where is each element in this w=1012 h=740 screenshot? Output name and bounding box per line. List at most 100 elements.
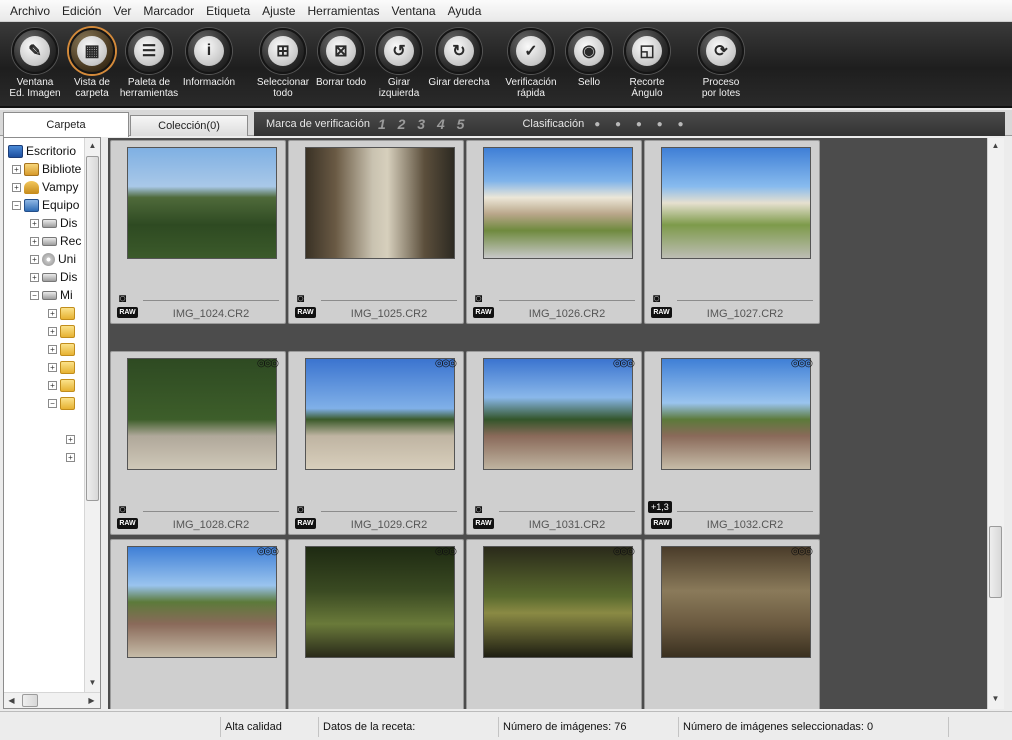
scroll-up-icon[interactable]: ▲: [85, 138, 100, 154]
tree-node[interactable]: − Mi: [30, 286, 73, 304]
menu-ajuste[interactable]: Ajuste: [256, 0, 301, 22]
thumbnail-image[interactable]: [483, 546, 633, 658]
grid-vertical-scrollbar[interactable]: ▲ ▼: [987, 138, 1004, 709]
expand-toggle-icon[interactable]: +: [30, 218, 39, 228]
toolbar-button-2[interactable]: ☰ Paleta de herramientas: [118, 28, 180, 108]
toolbar-button-6[interactable]: ↺ Girar izquierda: [368, 28, 430, 108]
toolbar-button-circle: ✎: [12, 28, 58, 74]
expand-toggle-icon[interactable]: +: [48, 344, 57, 354]
thumbnail-cell[interactable]: ◎◎◎: [288, 539, 464, 709]
thumbnail-cell[interactable]: ◎◎◎ ◙ RAW IMG_1029.CR2: [288, 351, 464, 535]
thumbnail-image[interactable]: [661, 147, 811, 259]
toolbar-button-11[interactable]: ⟳ Proceso por lotes: [690, 28, 752, 108]
expand-toggle-icon[interactable]: +: [12, 164, 21, 174]
menu-herramientas[interactable]: Herramientas: [301, 0, 385, 22]
expand-toggle-icon[interactable]: +: [66, 452, 75, 462]
tree-subfolder[interactable]: +: [48, 322, 78, 340]
toolbar-button-0[interactable]: ✎ Ventana Ed. Imagen: [4, 28, 66, 108]
toolbar-button-1[interactable]: ▦ Vista de carpeta: [61, 28, 123, 108]
tree-node[interactable]: + Uni: [30, 250, 76, 268]
divider: [143, 300, 279, 301]
rating-selector[interactable]: ● ● ● ● ●: [594, 119, 689, 130]
tab-collection[interactable]: Colección(0): [130, 115, 248, 136]
thumbnail-cell[interactable]: ◙ RAW IMG_1027.CR2: [644, 140, 820, 324]
expand-toggle-icon[interactable]: +: [48, 326, 57, 336]
tree-node[interactable]: + Bibliote: [12, 160, 81, 178]
tree-node[interactable]: + Vampy: [12, 178, 78, 196]
expand-toggle-icon[interactable]: +: [12, 182, 21, 192]
scroll-down-icon[interactable]: ▼: [85, 675, 100, 691]
thumbnail-cell[interactable]: ◎◎◎◙RAWIMG_1032.CR2+1,3: [644, 351, 820, 535]
menu-edicion[interactable]: Edición: [56, 0, 107, 22]
tree-subfolder[interactable]: +: [48, 376, 78, 394]
expand-toggle-icon[interactable]: +: [66, 434, 75, 444]
thumbnail-image[interactable]: [127, 147, 277, 259]
menu-archivo[interactable]: Archivo: [4, 0, 56, 22]
check-mark-selector[interactable]: 1 2 3 4 5: [378, 116, 469, 132]
toolbar-button-4[interactable]: ⊞ Seleccionar todo: [252, 28, 314, 108]
toolbar-button-label: Sello: [577, 77, 601, 88]
expand-toggle-icon[interactable]: +: [48, 308, 57, 318]
thumbnail-image[interactable]: [127, 546, 277, 658]
menu-ventana[interactable]: Ventana: [386, 0, 442, 22]
thumbnail-image[interactable]: [127, 358, 277, 470]
tree-node[interactable]: − Equipo: [12, 196, 79, 214]
toolbar-button-10[interactable]: ◱ Recorte Ángulo: [616, 28, 678, 108]
thumbnail-cell[interactable]: ◙ RAW IMG_1024.CR2: [110, 140, 286, 324]
thumbnail-cell[interactable]: ◎◎◎: [466, 539, 642, 709]
toolbar-button-5[interactable]: ⊠ Borrar todo: [310, 28, 372, 108]
thumbnail-image[interactable]: [661, 546, 811, 658]
tree-subfolder[interactable]: +: [66, 430, 78, 448]
tree-node[interactable]: + Dis: [30, 268, 77, 286]
scroll-up-icon[interactable]: ▲: [988, 138, 1003, 154]
tree-node[interactable]: + Dis: [30, 214, 77, 232]
scroll-right-icon[interactable]: ▶: [84, 693, 99, 708]
tree-scroll-thumb[interactable]: [86, 156, 99, 501]
tree-subfolder[interactable]: −: [48, 394, 78, 412]
thumbnail-image[interactable]: [305, 147, 455, 259]
thumbnail-image[interactable]: [661, 358, 811, 470]
tab-folder[interactable]: Carpeta: [3, 112, 129, 137]
expand-toggle-icon[interactable]: +: [30, 254, 39, 264]
expand-toggle-icon[interactable]: +: [30, 236, 39, 246]
tree-subfolder[interactable]: +: [48, 304, 78, 322]
menu-ver[interactable]: Ver: [107, 0, 137, 22]
tree-vertical-scrollbar[interactable]: ▲ ▼: [84, 138, 100, 693]
scroll-down-icon[interactable]: ▼: [988, 691, 1003, 707]
tree-subfolder[interactable]: +: [48, 340, 78, 358]
thumbnail-cell[interactable]: ◙ RAW IMG_1026.CR2: [466, 140, 642, 324]
thumbnail-image[interactable]: [483, 147, 633, 259]
toolbar-button-circle: ↻: [436, 28, 482, 74]
thumbnail-cell[interactable]: ◎◎◎ ◙ RAW IMG_1028.CR2: [110, 351, 286, 535]
expand-toggle-icon[interactable]: +: [48, 380, 57, 390]
menu-etiqueta[interactable]: Etiqueta: [200, 0, 256, 22]
thumbnail-image[interactable]: [483, 358, 633, 470]
expand-toggle-icon[interactable]: +: [48, 362, 57, 372]
tree-subfolder[interactable]: +: [48, 358, 78, 376]
tree-node[interactable]: + Rec: [30, 232, 81, 250]
expand-toggle-icon[interactable]: −: [12, 200, 21, 210]
thumbnail-cell[interactable]: ◎◎◎: [644, 539, 820, 709]
tree-horizontal-scrollbar[interactable]: ◀ ▶: [4, 692, 100, 708]
tree-node[interactable]: Escritorio: [8, 142, 76, 160]
thumbnail-image[interactable]: [305, 358, 455, 470]
check-mark-label: Marca de verificación: [266, 118, 370, 130]
toolbar-button-8[interactable]: ✓ Verificación rápida: [500, 28, 562, 108]
grid-scroll-thumb[interactable]: [989, 526, 1002, 598]
menu-marcador[interactable]: Marcador: [137, 0, 200, 22]
toolbar-button-7[interactable]: ↻ Girar derecha: [428, 28, 490, 108]
lens-icon: ◎◎◎: [790, 546, 813, 557]
expand-toggle-icon[interactable]: −: [48, 398, 57, 408]
expand-toggle-icon[interactable]: +: [30, 272, 39, 282]
thumbnail-cell[interactable]: ◎◎◎: [110, 539, 286, 709]
menu-ayuda[interactable]: Ayuda: [442, 0, 488, 22]
toolbar-button-9[interactable]: ◉ Sello: [558, 28, 620, 108]
expand-toggle-icon[interactable]: −: [30, 290, 39, 300]
tree-hscroll-thumb[interactable]: [22, 694, 38, 707]
thumbnail-image[interactable]: [305, 546, 455, 658]
tree-subfolder[interactable]: +: [66, 448, 78, 466]
thumbnail-cell[interactable]: ◎◎◎ ◙ RAW IMG_1031.CR2: [466, 351, 642, 535]
scroll-left-icon[interactable]: ◀: [4, 693, 19, 708]
toolbar-button-3[interactable]: i Información: [178, 28, 240, 108]
thumbnail-cell[interactable]: ◙ RAW IMG_1025.CR2: [288, 140, 464, 324]
